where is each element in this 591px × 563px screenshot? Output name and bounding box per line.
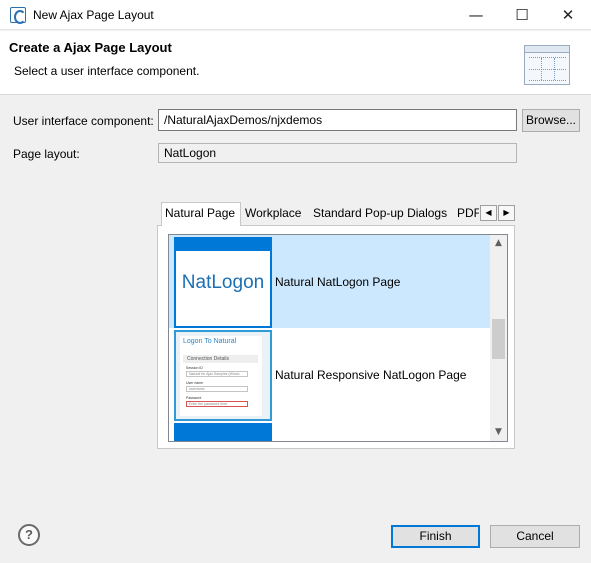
list-item-label: Natural Responsive NatLogon Page bbox=[275, 368, 467, 382]
list-item-natural-natlogon[interactable]: NatLogon Natural NatLogon Page bbox=[169, 235, 490, 328]
layout-list[interactable]: NatLogon Natural NatLogon Page Logon To … bbox=[168, 234, 508, 442]
tab-scroll-left-icon[interactable]: ◀ bbox=[480, 205, 497, 221]
responsive-natlogon-thumbnail: Logon To Natural Connection Details Sess… bbox=[174, 330, 272, 421]
list-item-partial[interactable] bbox=[169, 421, 490, 441]
list-item-natural-responsive-natlogon[interactable]: Logon To Natural Connection Details Sess… bbox=[169, 328, 490, 421]
wizard-title: Create a Ajax Page Layout bbox=[9, 40, 172, 55]
cancel-button[interactable]: Cancel bbox=[490, 525, 580, 548]
layout-tab-folder: Natural Page Workplace Standard Pop-up D… bbox=[157, 202, 515, 449]
ui-component-label: User interface component: bbox=[13, 114, 154, 128]
maximize-button[interactable]: ☐ bbox=[499, 0, 545, 30]
close-button[interactable]: ✕ bbox=[545, 0, 591, 30]
wizard-description: Select a user interface component. bbox=[14, 64, 200, 78]
scroll-up-icon[interactable]: ▲ bbox=[490, 235, 507, 252]
title-bar: New Ajax Page Layout — ☐ ✕ bbox=[0, 0, 591, 30]
tab-natural-page[interactable]: Natural Page bbox=[161, 202, 241, 226]
finish-button[interactable]: Finish bbox=[391, 525, 480, 548]
help-icon[interactable]: ? bbox=[18, 524, 40, 546]
browse-button[interactable]: Browse... bbox=[522, 109, 580, 132]
tab-workplace[interactable]: Workplace bbox=[242, 203, 304, 224]
list-vertical-scrollbar[interactable]: ▲ ▼ bbox=[490, 235, 507, 441]
minimize-button[interactable]: — bbox=[453, 0, 499, 30]
scrollbar-thumb[interactable] bbox=[492, 319, 505, 359]
scroll-down-icon[interactable]: ▼ bbox=[490, 424, 507, 441]
partial-thumbnail bbox=[174, 423, 272, 441]
tab-pdf[interactable]: PDF bbox=[454, 203, 479, 224]
tab-standard-popup-dialogs[interactable]: Standard Pop-up Dialogs bbox=[310, 203, 450, 224]
natlogon-thumbnail: NatLogon bbox=[174, 237, 272, 328]
ui-component-input[interactable]: /NaturalAjaxDemos/njxdemos bbox=[158, 109, 517, 131]
page-layout-wizard-icon bbox=[524, 45, 570, 85]
app-icon bbox=[10, 7, 26, 24]
tab-scroll-right-icon[interactable]: ▶ bbox=[498, 205, 515, 221]
page-layout-label: Page layout: bbox=[13, 147, 80, 161]
tab-content: NatLogon Natural NatLogon Page Logon To … bbox=[157, 225, 515, 449]
wizard-header: Create a Ajax Page Layout Select a user … bbox=[0, 31, 591, 95]
window-title: New Ajax Page Layout bbox=[33, 8, 154, 22]
list-item-label: Natural NatLogon Page bbox=[275, 275, 401, 289]
page-layout-field: NatLogon bbox=[158, 143, 517, 163]
natlogon-logo: NatLogon bbox=[181, 272, 265, 293]
